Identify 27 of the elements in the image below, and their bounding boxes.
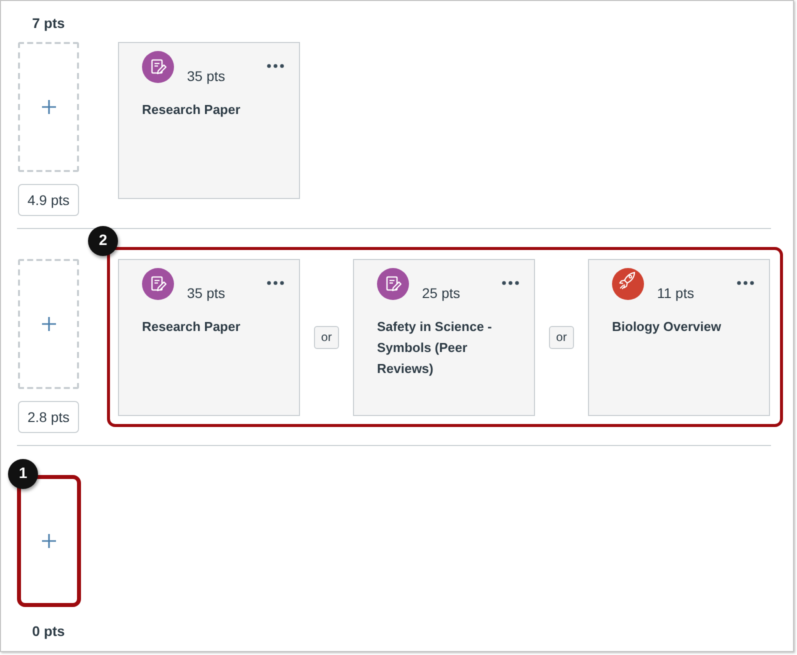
plus-icon [42, 317, 56, 331]
item-title: Research Paper [142, 318, 242, 336]
document-pencil-icon [142, 51, 174, 83]
callout-number: 2 [88, 226, 118, 256]
document-pencil-icon [377, 268, 409, 300]
score-label: 0 pts [32, 623, 65, 640]
more-options-icon[interactable] [502, 281, 519, 285]
score-label: 7 pts [31, 14, 66, 32]
score-input[interactable]: 4.9 pts [18, 184, 79, 216]
more-options-icon[interactable] [737, 281, 754, 285]
item-title: Research Paper [142, 101, 242, 119]
points-label: 35 pts [187, 285, 226, 302]
points-label: 11 pts [657, 285, 694, 302]
more-options-icon[interactable] [267, 64, 284, 68]
points-label: 25 pts [422, 285, 460, 302]
score-input[interactable]: 2.8 pts [18, 401, 79, 433]
more-options-icon[interactable] [267, 281, 284, 285]
item-title: Biology Overview [612, 318, 722, 336]
points-label: 35 pts [187, 68, 226, 85]
document-pencil-icon [142, 268, 174, 300]
plus-icon [42, 534, 56, 548]
item-title: Safety in Science - Symbols (Peer Reviews) [377, 318, 493, 378]
rocket-icon [612, 268, 644, 300]
or-connector: or [314, 326, 339, 349]
plus-icon [42, 100, 56, 114]
or-connector: or [549, 326, 574, 349]
callout-number: 1 [8, 459, 38, 489]
